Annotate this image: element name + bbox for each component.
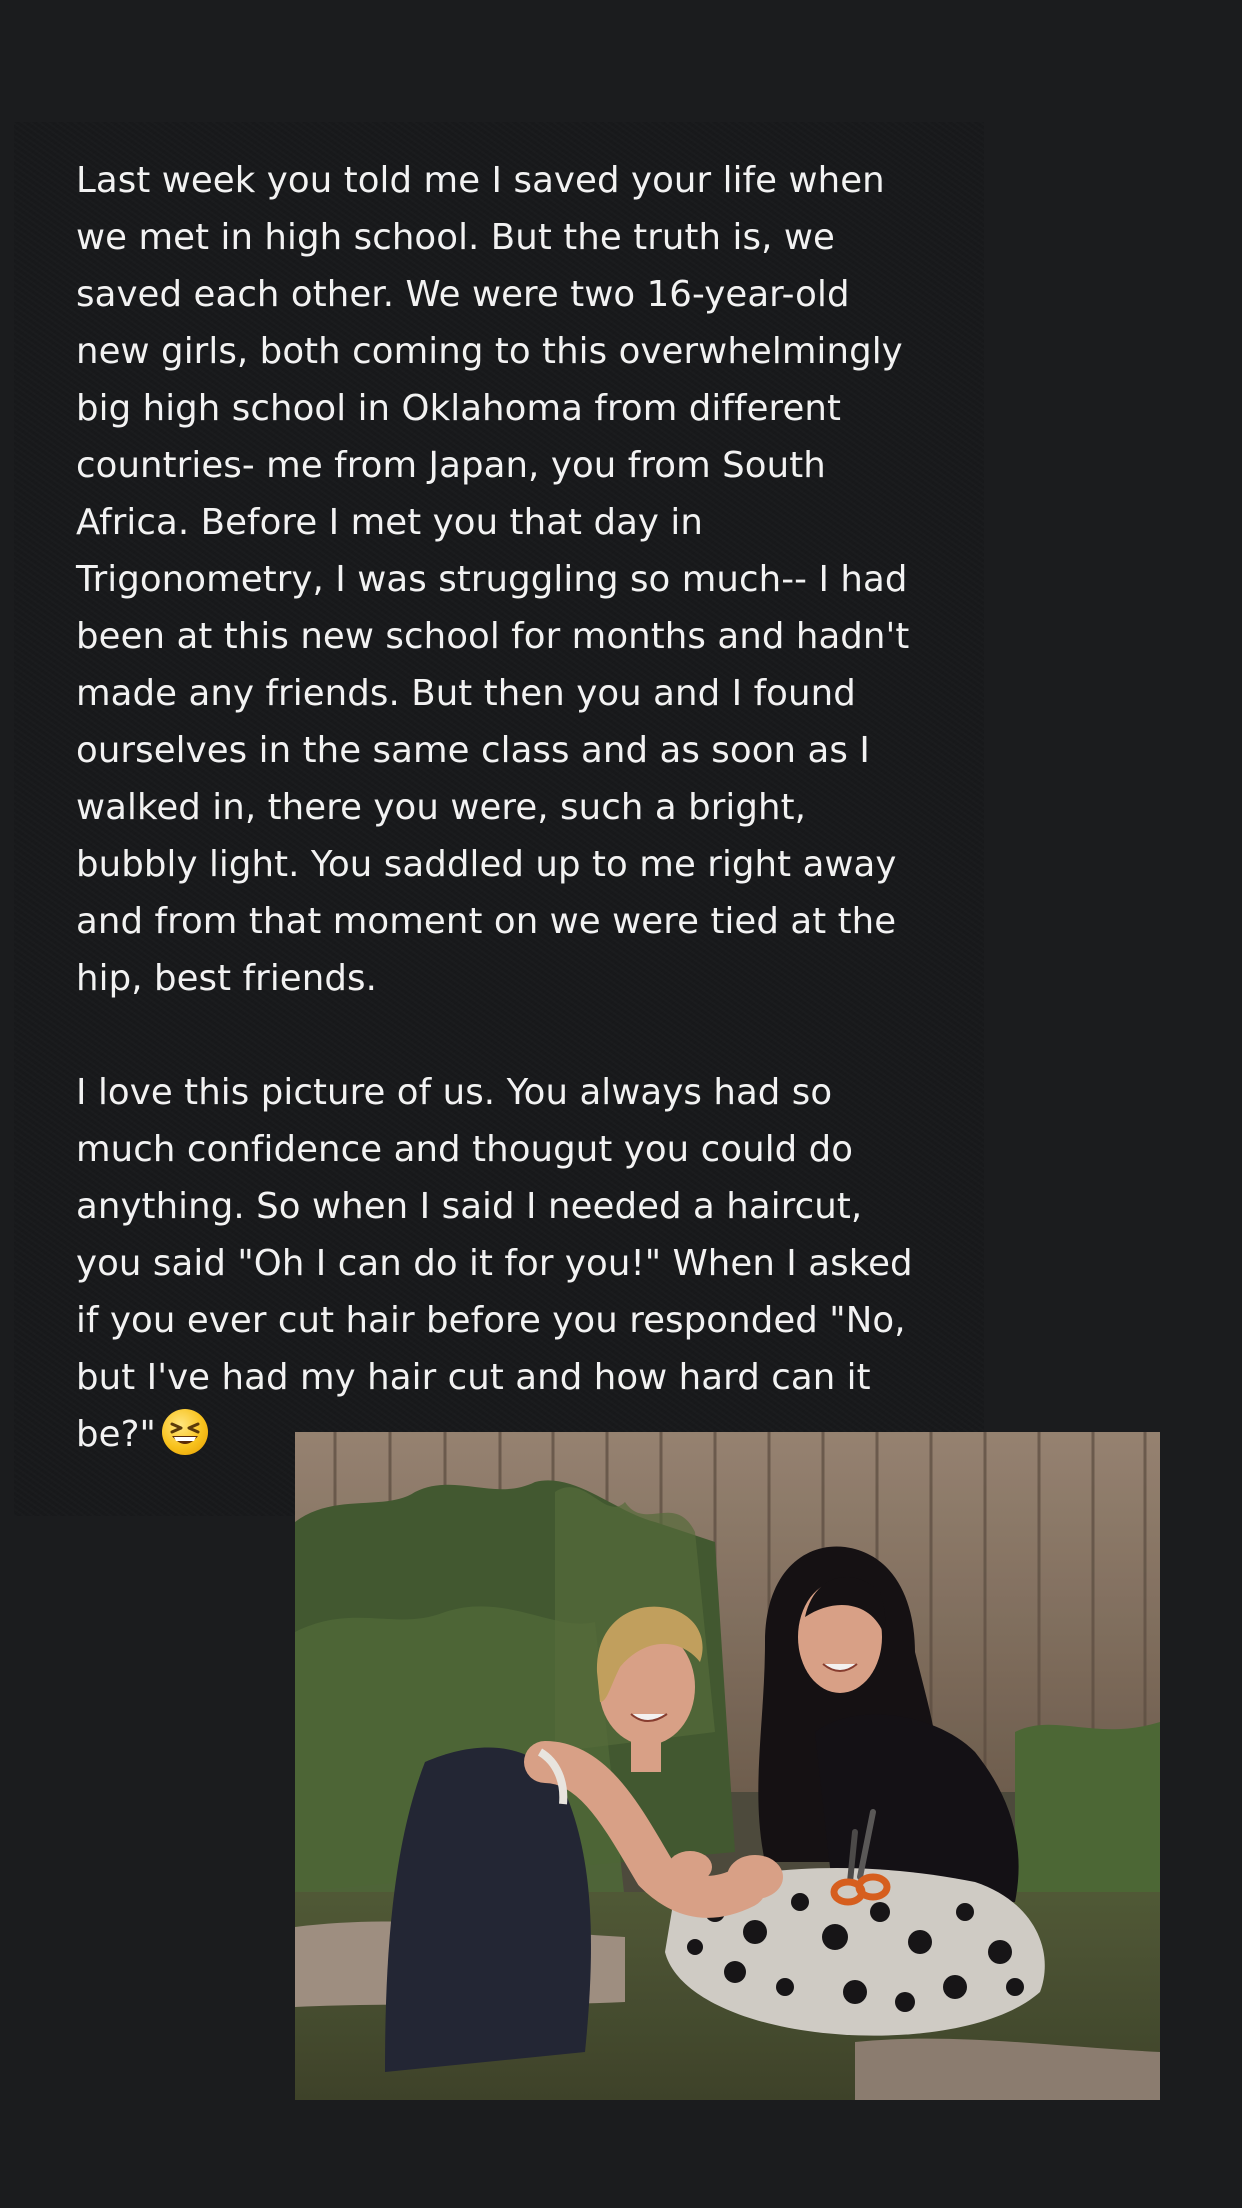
- text-card: Last week you told me I saved your life …: [14, 122, 984, 1516]
- text-line: Africa. Before I met you that day in: [76, 502, 703, 543]
- text-line: big high school in Oklahoma from differe…: [76, 388, 842, 429]
- text-line: walked in, there you were, such a bright…: [76, 787, 807, 828]
- text-line: if you ever cut hair before you responde…: [76, 1300, 906, 1341]
- text-line: bubbly light. You saddled up to me right…: [76, 844, 897, 885]
- photo-illustration: [295, 1432, 1160, 2100]
- text-line: we met in high school. But the truth is,…: [76, 217, 835, 258]
- story-text[interactable]: Last week you told me I saved your life …: [76, 152, 956, 1463]
- text-line: you said "Oh I can do it for you!" When …: [76, 1243, 913, 1284]
- text-line: saved each other. We were two 16-year-ol…: [76, 274, 850, 315]
- paragraph-1: Last week you told me I saved your life …: [76, 152, 956, 1007]
- text-line: ourselves in the same class and as soon …: [76, 730, 870, 771]
- text-line: hip, best friends.: [76, 958, 377, 999]
- paragraph-2: I love this picture of us. You always ha…: [76, 1064, 956, 1463]
- text-line: countries- me from Japan, you from South: [76, 445, 826, 486]
- text-line: I love this picture of us. You always ha…: [76, 1072, 833, 1113]
- text-line: new girls, both coming to this overwhelm…: [76, 331, 903, 372]
- text-line: and from that moment on we were tied at …: [76, 901, 897, 942]
- text-line: made any friends. But then you and I fou…: [76, 673, 856, 714]
- text-line: been at this new school for months and h…: [76, 616, 910, 657]
- grinning-squinting-face-icon: [161, 1409, 208, 1455]
- text-line: but I've had my hair cut and how hard ca…: [76, 1357, 871, 1398]
- text-line: anything. So when I said I needed a hair…: [76, 1186, 863, 1227]
- photo-two-friends[interactable]: [295, 1432, 1160, 2100]
- text-line: Trigonometry, I was struggling so much--…: [76, 559, 908, 600]
- text-line: much confidence and thougut you could do: [76, 1129, 854, 1170]
- text-line: be?": [76, 1414, 156, 1455]
- story-canvas: Last week you told me I saved your life …: [0, 0, 1242, 2208]
- text-line: Last week you told me I saved your life …: [76, 160, 885, 201]
